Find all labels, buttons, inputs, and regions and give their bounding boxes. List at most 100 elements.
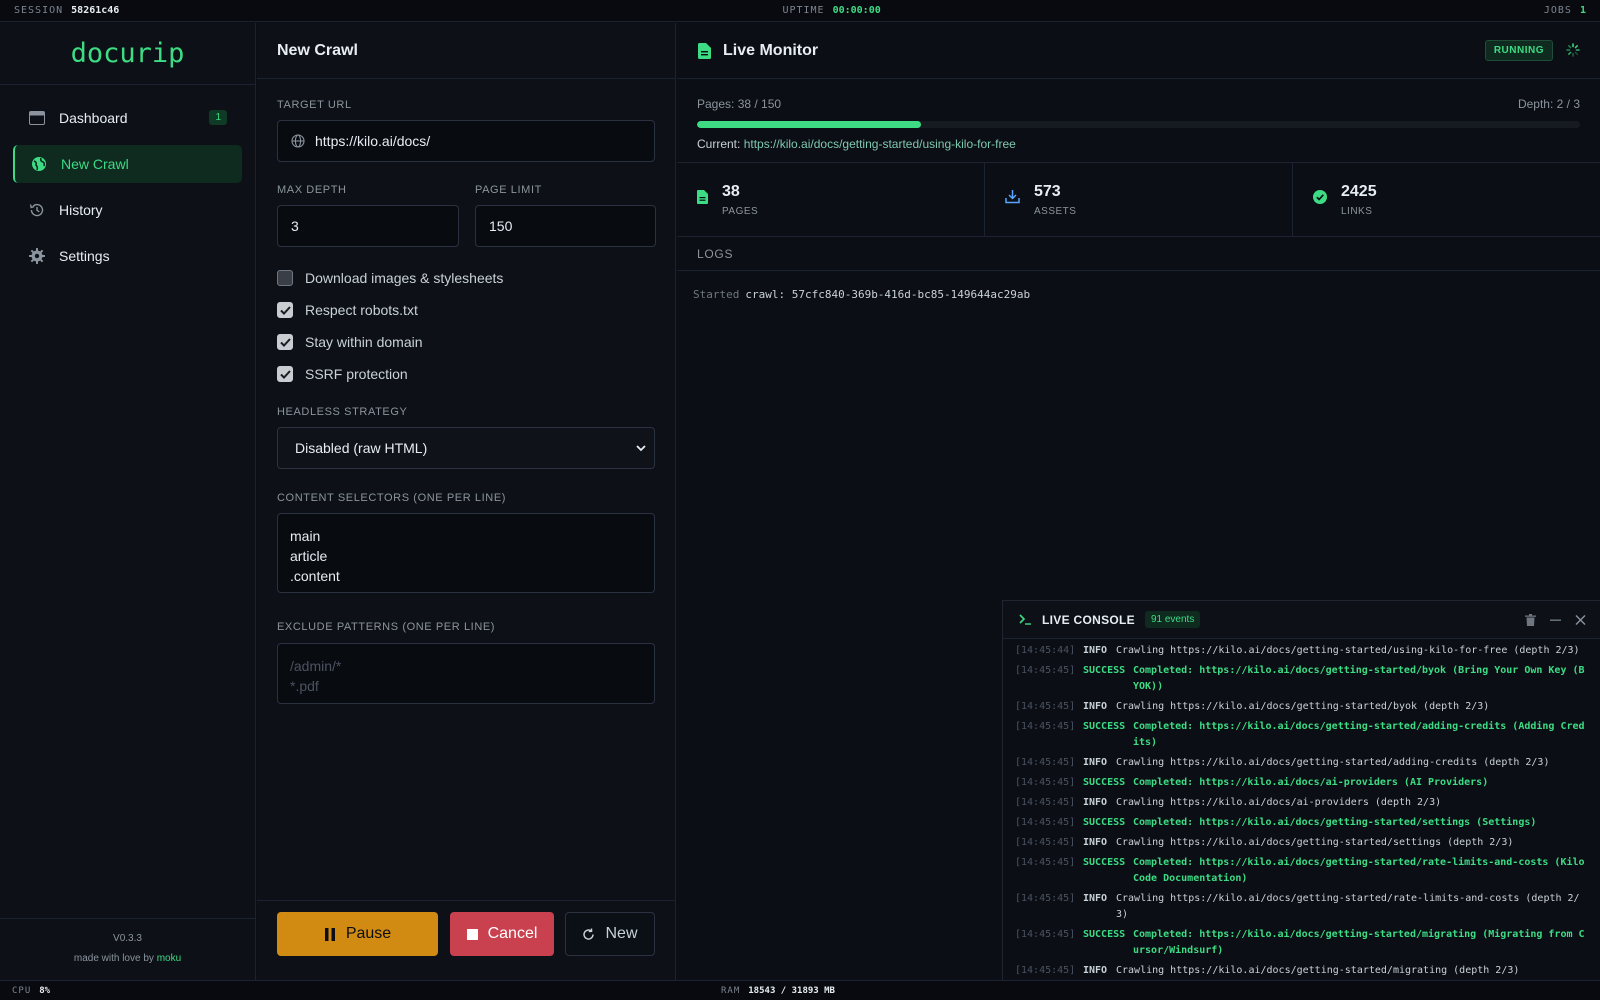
content-selectors-textarea[interactable]: main article .content [277,513,655,593]
console-line: [14:45:44] INFO Crawling https://kilo.ai/d… [1015,643,1588,659]
console-message: Crawling https://kilo.ai/docs/getting-st… [1116,757,1550,768]
console-timestamp: [14:45:44] [1015,645,1076,656]
respect-robots-checkbox[interactable]: Respect robots.txt [277,302,418,318]
uptime-value: 00:00:00 [832,5,881,16]
stat-value: 38 [722,182,740,200]
progress-labels: Pages: 38 / 150 Depth: 2 / 3 [697,97,1580,111]
exclude-patterns-textarea[interactable]: /admin/* *.pdf [277,643,655,704]
sidebar-item-settings[interactable]: Settings [13,237,242,275]
stat-pages: 38 PAGES [677,163,985,236]
current-url-link[interactable]: https://kilo.ai/docs/getting-started/usi… [744,137,1016,151]
console-header: LIVE CONSOLE 91 events [1003,601,1600,639]
stop-icon [466,928,478,940]
app-version: V0.3.3 [113,933,142,944]
max-depth-label: MAX DEPTH [277,184,347,196]
cancel-button[interactable]: Cancel [450,912,554,956]
pause-button[interactable]: Pause [277,912,438,956]
checkbox-box[interactable] [277,334,293,350]
sidebar-item-label: Settings [59,248,110,264]
console-message: Completed: https://kilo.ai/docs/getting-… [1133,817,1537,828]
checkbox-box[interactable] [277,366,293,382]
console-level: INFO [1083,965,1108,976]
console-timestamp: [14:45:45] [1015,721,1076,732]
exclude-patterns-label: EXCLUDE PATTERNS (ONE PER LINE) [277,621,496,633]
sidebar-item-new-crawl[interactable]: New Crawl [13,145,242,183]
checkbox-box[interactable] [277,270,293,286]
console-level: SUCCESS [1083,857,1126,868]
placeholder-line: /admin/* [290,658,342,674]
console-timestamp: [14:45:45] [1015,757,1076,768]
page-limit-label: PAGE LIMIT [475,184,542,196]
form-actions: Pause Cancel New [257,900,675,980]
console-title: LIVE CONSOLE [1042,612,1135,627]
target-url-input[interactable]: https://kilo.ai/docs/ [277,120,655,162]
console-timestamp: [14:45:45] [1015,893,1076,904]
checkmark-icon [279,337,291,347]
pause-icon [324,927,335,941]
console-level: INFO [1083,797,1108,808]
console-timestamp: [14:45:45] [1015,837,1076,848]
monitor-header: Live Monitor RUNNING [677,23,1600,79]
target-url-value: https://kilo.ai/docs/ [315,133,431,149]
globe-icon [31,156,47,172]
uptime-indicator: UPTIME 00:00:00 [782,5,881,16]
console-message: Completed: https://kilo.ai/docs/getting-… [1133,857,1585,884]
checkmark-icon [279,369,291,379]
sidebar-item-history[interactable]: History [13,191,242,229]
console-level: SUCCESS [1083,777,1126,788]
jobs-indicator: JOBS 1 [1543,5,1586,16]
minimize-icon[interactable] [1550,613,1561,631]
console-message: Completed: https://kilo.ai/docs/ai-provi… [1133,777,1489,788]
console-line: [14:45:45] SUCCESS Completed: https://kilo… [1015,815,1588,831]
console-level: INFO [1083,837,1108,848]
console-line: [14:45:45] INFO Crawling https://kilo.ai/d… [1015,891,1588,923]
trash-icon[interactable] [1525,613,1536,631]
console-timestamp: [14:45:45] [1015,817,1076,828]
jobs-count: 1 [1579,5,1586,16]
chevron-down-icon [636,445,646,452]
page-limit-input[interactable]: 150 [475,205,656,247]
log-entry: Started crawl: 57cfc840-369b-416d-bc85-14… [693,288,1031,301]
progress-bar-fill [697,121,921,128]
current-url-row: Current: https://kilo.ai/docs/getting-st… [697,137,1016,151]
sidebar-item-dashboard[interactable]: Dashboard 1 [13,99,242,137]
stats-row: 38 PAGES 573 ASSETS 2425 LINKS [677,163,1600,237]
headless-strategy-label: HEADLESS STRATEGY [277,406,408,418]
console-line: [14:45:45] SUCCESS Completed: https://kilo… [1015,663,1588,695]
new-button[interactable]: New [565,912,655,956]
sidebar-item-label: New Crawl [61,156,129,172]
stay-within-domain-checkbox[interactable]: Stay within domain [277,334,423,350]
checkbox-box[interactable] [277,302,293,318]
console-timestamp: [14:45:45] [1015,929,1076,940]
max-depth-input[interactable]: 3 [277,205,459,247]
selector-line: article [290,548,328,564]
console-line: [14:45:45] INFO Crawling https://kilo.ai/d… [1015,795,1588,811]
sidebar: docurip Dashboard 1 New Crawl History Se [0,23,256,980]
console-level: SUCCESS [1083,817,1126,828]
pages-progress-text: Pages: 38 / 150 [697,97,782,111]
sidebar-footer: V0.3.3 made with love by moku [0,918,255,980]
close-icon[interactable] [1575,613,1586,631]
download-assets-checkbox[interactable]: Download images & stylesheets [277,270,503,286]
console-level: SUCCESS [1083,929,1126,940]
logs-header: LOGS [677,237,1600,271]
app-logo[interactable]: docurip [0,23,255,85]
console-message: Completed: https://kilo.ai/docs/getting-… [1133,665,1585,692]
console-level: INFO [1083,757,1108,768]
console-timestamp: [14:45:45] [1015,857,1076,868]
console-line: [14:45:45] SUCCESS Completed: https://kilo… [1015,719,1588,751]
history-icon [29,202,45,218]
console-line: [14:45:45] INFO Crawling https://kilo.ai/d… [1015,835,1588,851]
document-icon [697,190,708,209]
stat-value: 573 [1034,182,1061,200]
bottom-status-bar: CPU 8% RAM 18543 / 31893 MB [0,980,1600,1000]
dashboard-count-badge: 1 [209,110,227,125]
headless-strategy-select[interactable]: Disabled (raw HTML) [277,427,655,469]
sidebar-nav: Dashboard 1 New Crawl History Settings [0,85,255,297]
stat-label: ASSETS [1034,205,1077,217]
author-link[interactable]: moku [157,953,181,964]
ssrf-protection-checkbox[interactable]: SSRF protection [277,366,408,382]
stat-assets: 573 ASSETS [985,163,1293,236]
progress-bar [697,121,1580,128]
stat-label: LINKS [1341,205,1373,217]
